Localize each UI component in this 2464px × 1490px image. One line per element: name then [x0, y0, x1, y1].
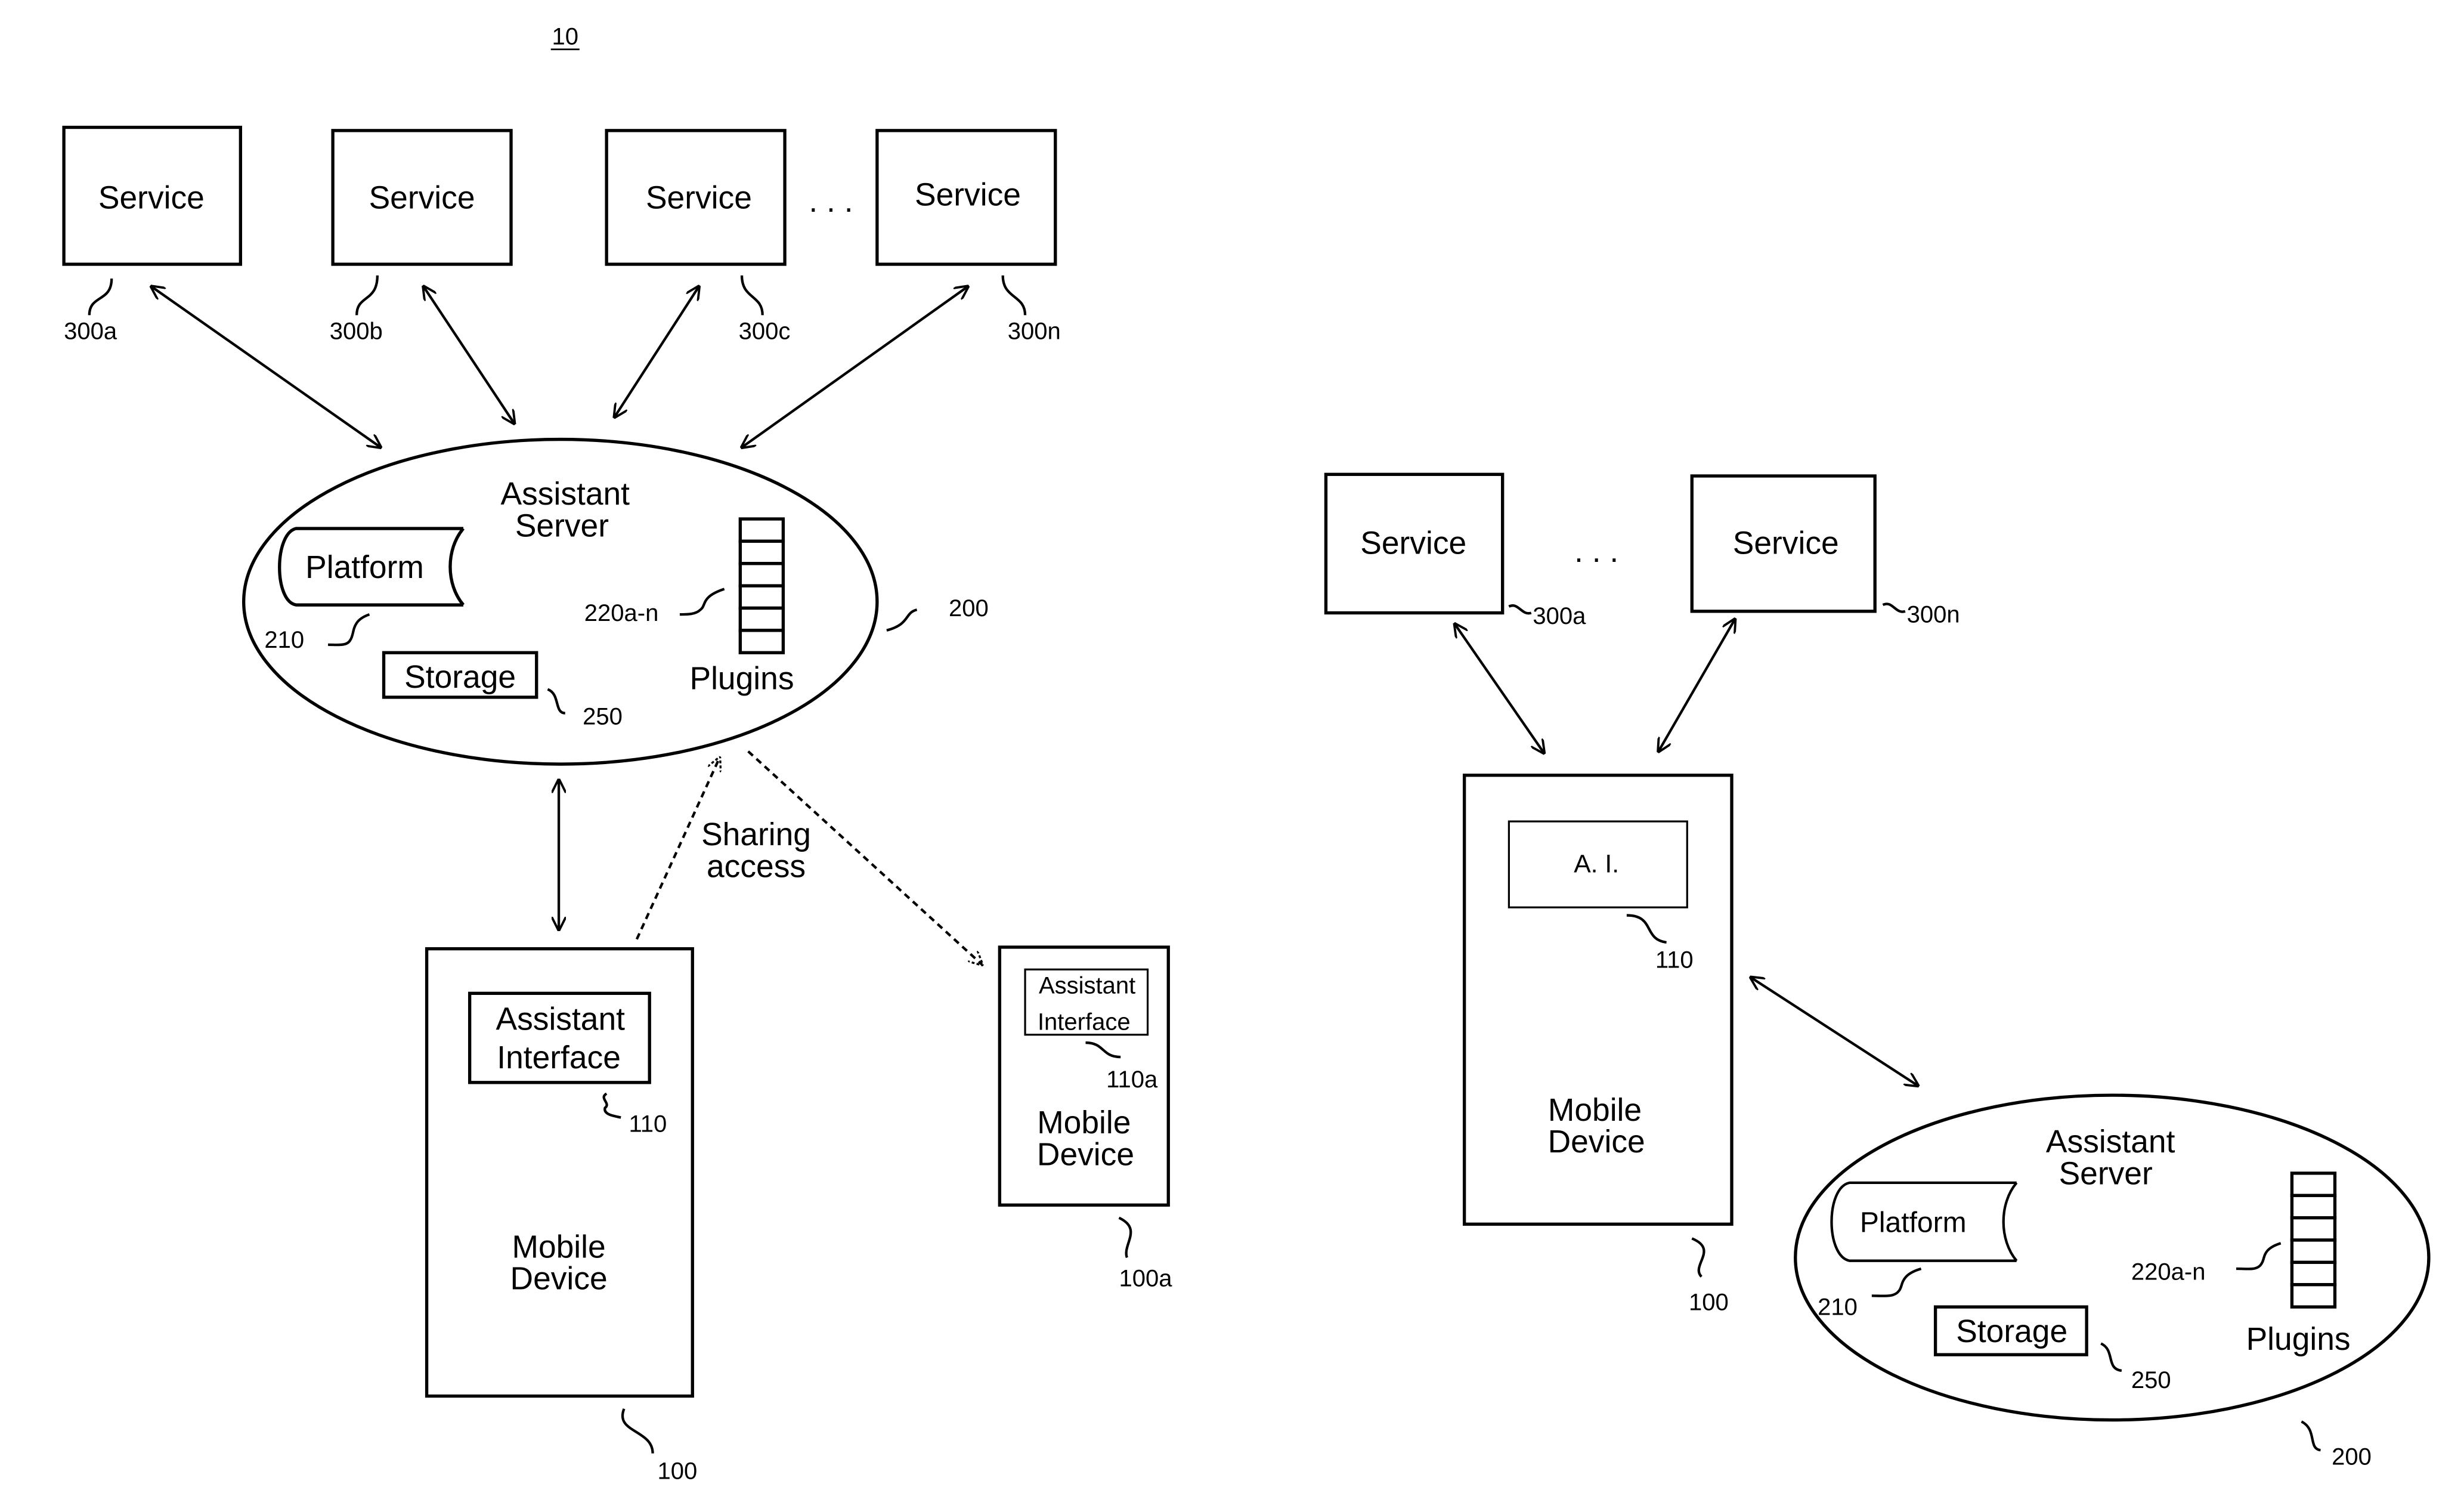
device-ref: 100	[1689, 1289, 1729, 1315]
service-ref: 300c	[739, 318, 791, 344]
plugin-cell	[2290, 1260, 2337, 1287]
service-ref: 300a	[64, 318, 117, 344]
service-box-300c: Service 300c	[605, 129, 791, 344]
services-ellipsis: . . .	[1574, 534, 1618, 569]
assistant-interface-label-2: Interface	[497, 1040, 621, 1075]
service-ref: 300a	[1533, 603, 1586, 629]
plugins-label: Plugins	[2246, 1322, 2351, 1357]
plugin-cell	[2290, 1194, 2337, 1220]
server-ref: 200	[949, 595, 989, 622]
platform-ref: 210	[1818, 1294, 1858, 1320]
service-label: Service	[369, 181, 475, 216]
plugin-cell	[738, 517, 785, 543]
right-figure: Service 300a . . . Service 300n A. I. 11…	[1324, 472, 2431, 1470]
arrow-device-server	[1751, 978, 1918, 1086]
server-title-2: Server	[515, 508, 609, 543]
arrow-service-300a-device	[1455, 624, 1544, 753]
plugin-cell	[738, 629, 785, 654]
service-ref: 300n	[1907, 602, 1960, 628]
platform-label: Platform	[305, 550, 424, 585]
assistant-server-200-right: Assistant Server Platform 210 Storage 25…	[1794, 1093, 2431, 1470]
device-ref: 100a	[1119, 1265, 1173, 1291]
server-title: Assistant	[2046, 1124, 2175, 1160]
server-ref: 200	[2332, 1443, 2372, 1470]
server-title: Assistant	[501, 477, 630, 512]
storage-label: Storage	[404, 660, 516, 695]
arrow-service-300b-server	[423, 286, 514, 423]
plugin-cell	[2290, 1171, 2337, 1197]
service-box-300a-right: Service 300a	[1324, 472, 1586, 629]
arrow-service-300n-server	[742, 286, 968, 447]
device-ref: 100	[658, 1458, 698, 1484]
device-label-2: Device	[1037, 1137, 1134, 1173]
service-box-300a: Service 300a	[62, 125, 243, 344]
server-title-2: Server	[2059, 1157, 2153, 1192]
arrow-service-300a-server	[151, 286, 380, 447]
platform-ref: 210	[264, 627, 304, 653]
service-label: Service	[98, 181, 205, 216]
arrow-service-300n-device	[1658, 619, 1735, 752]
device-label: Mobile	[512, 1229, 606, 1265]
device-label-2: Device	[510, 1262, 608, 1297]
assistant-interface-label: Assistant	[496, 1002, 626, 1037]
sharing-access-label: Sharing	[701, 817, 811, 852]
assistant-server-200: Assistant Server 200 Platform 210 Storag…	[242, 437, 989, 766]
service-box-300b: Service 300b	[330, 129, 513, 344]
plugins-label: Plugins	[690, 661, 794, 697]
ai-label: A. I.	[1574, 850, 1619, 879]
device-label-2: Device	[1548, 1124, 1645, 1160]
assistant-interface-label: Assistant	[1039, 972, 1135, 999]
plugin-cell	[2290, 1238, 2337, 1265]
service-ref: 300n	[1008, 318, 1061, 344]
figure-number: 10	[552, 24, 579, 50]
plugins-ref: 220a-n	[2131, 1259, 2206, 1285]
device-label: Mobile	[1037, 1105, 1131, 1140]
plugin-cell	[738, 606, 785, 632]
ai-ref: 110	[1655, 947, 1694, 973]
plugin-cell	[738, 539, 785, 565]
diagram-canvas: 10 Service 300a Service 300b Service 300…	[62, 24, 2431, 1484]
services-ellipsis: . . .	[809, 184, 853, 219]
service-label: Service	[915, 177, 1021, 212]
assistant-interface-label-2: Interface	[1038, 1009, 1131, 1035]
service-ref: 300b	[330, 318, 383, 344]
platform-label: Platform	[1860, 1207, 1967, 1239]
plugin-cell	[2290, 1283, 2337, 1309]
mobile-device-100-right: A. I. 110 Mobile Device 100	[1462, 774, 1734, 1315]
storage-label: Storage	[1956, 1314, 2067, 1349]
plugin-cell	[738, 562, 785, 588]
mobile-device-100: Assistant Interface 110 Mobile Device 10…	[425, 947, 698, 1484]
assistant-interface-ref: 110a	[1106, 1067, 1158, 1093]
plugin-cell	[2290, 1216, 2337, 1242]
arrow-service-300c-server	[615, 286, 699, 417]
storage-ref: 250	[2131, 1367, 2171, 1393]
left-figure: Service 300a Service 300b Service 300c .…	[62, 125, 1173, 1484]
device-label: Mobile	[1548, 1093, 1642, 1128]
service-box-300n-right: Service 300n	[1690, 474, 1960, 628]
sharing-access-label-2: access	[707, 849, 806, 885]
mobile-device-100a: Assistant Interface 110a Mobile Device 1…	[998, 945, 1173, 1291]
assistant-interface-ref: 110	[629, 1111, 667, 1137]
service-label: Service	[1733, 526, 1839, 561]
plugins-ref: 220a-n	[584, 600, 659, 626]
service-label: Service	[1360, 526, 1466, 561]
service-box-300n: Service 300n	[875, 129, 1061, 344]
service-label: Service	[646, 181, 752, 216]
plugin-cell	[738, 584, 785, 610]
storage-ref: 250	[583, 703, 623, 729]
